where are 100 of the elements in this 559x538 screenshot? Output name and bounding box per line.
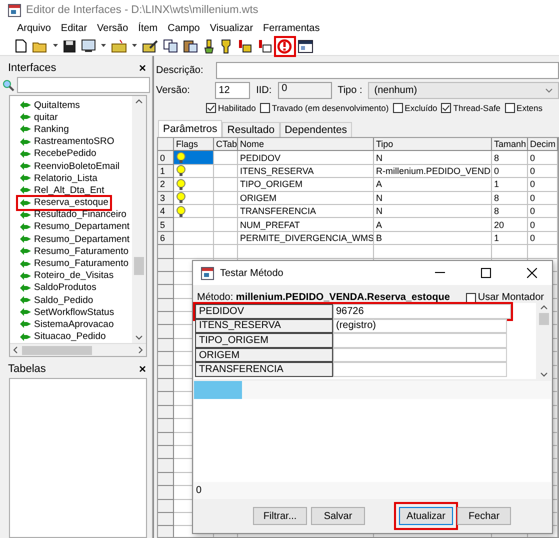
record-count: 0 — [194, 482, 551, 499]
row-number: 1 — [158, 164, 174, 178]
dialog-button[interactable]: Filtrar... — [253, 507, 307, 525]
column-header: Flags — [174, 138, 214, 152]
table-cell: 0 — [528, 151, 558, 165]
column-header: Decim — [528, 138, 558, 152]
tree-item[interactable]: Reserva_estoque — [18, 196, 110, 209]
tree-item[interactable]: Resumo_Departament — [18, 233, 132, 246]
table-cell: 1 — [492, 232, 528, 246]
menu-item[interactable]: Campo — [162, 23, 205, 34]
iid-field[interactable]: 0 — [278, 82, 332, 98]
type-dropdown[interactable]: (nenhum) — [368, 82, 559, 98]
row-number: 5 — [158, 218, 174, 232]
menu-item[interactable]: Arquivo — [12, 23, 56, 34]
panel-title: Tabelas — [8, 363, 46, 375]
menu-item[interactable]: Visualizar — [204, 23, 258, 34]
table-cell: 0 — [528, 232, 558, 246]
tree-item[interactable]: Ranking — [18, 123, 71, 136]
column-header: Tamanh — [492, 138, 528, 152]
dialog-title: Testar Método — [220, 268, 284, 278]
table-cell: ORIGEM — [238, 192, 374, 205]
table-cell: TIPO_ORIGEM — [238, 178, 374, 192]
tree-item[interactable]: RastreamentoSRO — [18, 136, 116, 148]
parameter-name: ORIGEM — [195, 348, 333, 362]
table-cell: N — [374, 192, 492, 205]
field-label: Versão: — [156, 84, 191, 96]
table-cell: TRANSFERENCIA — [238, 204, 374, 218]
menu-item[interactable]: Ítem — [133, 23, 163, 34]
dialog-button[interactable]: Salvar — [311, 507, 365, 525]
row-number: 6 — [158, 232, 174, 246]
close-button[interactable]: × — [138, 362, 146, 376]
table-cell: ITENS_RESERVA — [238, 164, 374, 178]
tree-item[interactable]: Rel_Alt_Dta_Ent — [18, 184, 106, 196]
parameter-name: ITENS_RESERVA — [195, 318, 333, 334]
field-label: Tipo : — [338, 84, 362, 96]
tree-item[interactable]: SaldoProdutos — [18, 282, 98, 294]
field-label: IID: — [256, 84, 272, 96]
table-cell: NUM_PREFAT — [238, 218, 374, 232]
table-cell: 1 — [492, 178, 528, 192]
tree-item[interactable]: Relatorio_Lista — [18, 172, 100, 184]
table-cell: 0 — [492, 164, 528, 178]
row-number: 2 — [158, 178, 174, 192]
tree-item[interactable]: quitar — [18, 111, 60, 124]
tab[interactable]: Parâmetros — [158, 120, 222, 137]
checkbox-label: Extens — [516, 103, 543, 113]
menu-item[interactable]: Ferramentas — [258, 23, 325, 34]
parameter-name: TIPO_ORIGEM — [195, 333, 333, 348]
tree-item[interactable]: RecebePedido — [18, 148, 98, 160]
tab[interactable]: Resultado — [222, 122, 280, 137]
tree-item[interactable]: Roteiro_de_Visitas — [18, 270, 116, 282]
column-header: Nome — [238, 138, 374, 152]
table-cell: 0 — [528, 204, 558, 218]
panel-title: Interfaces — [8, 62, 56, 74]
table-cell: 8 — [492, 204, 528, 218]
tree-item[interactable]: Resultado_Financeiro — [18, 208, 128, 221]
tree-item[interactable]: Saldo_Pedido — [18, 294, 96, 306]
tree-item[interactable]: Resumo_Faturamento — [18, 245, 131, 258]
parameter-value-field[interactable]: (registro) — [333, 318, 507, 334]
table-cell: A — [374, 218, 492, 232]
table-cell: 8 — [492, 151, 528, 165]
tab[interactable]: Dependentes — [280, 122, 352, 137]
dialog-button[interactable]: Fechar — [457, 507, 511, 525]
tree-item[interactable]: Resumo_Departament — [18, 220, 132, 234]
table-cell: 0 — [528, 218, 558, 232]
checkbox-label: Excluído — [404, 103, 438, 113]
row-number: 3 — [158, 192, 174, 205]
tree-item[interactable]: SetWorkflowStatus — [18, 306, 116, 318]
tree-item[interactable]: Situacao_Pedido — [18, 330, 108, 343]
menu-item[interactable]: Versão — [92, 23, 134, 34]
tree-item[interactable]: Resumo_Faturamento — [18, 257, 131, 270]
row-number: 4 — [158, 204, 174, 218]
column-header: CTab — [214, 138, 238, 152]
column-header: Tipo — [374, 138, 492, 152]
row-number: 0 — [158, 151, 174, 165]
table-cell: N — [374, 204, 492, 218]
version-field[interactable]: 12 — [214, 82, 250, 98]
table-cell: R-millenium.PEDIDO_VEND — [374, 164, 492, 178]
checkbox-label: Habilitado — [218, 103, 256, 113]
table-cell: PEDIDOV — [238, 151, 374, 165]
parameter-value-field[interactable]: 96726 — [333, 304, 511, 319]
table-cell: 20 — [492, 218, 528, 232]
checkbox-label: Travado (em desenvolvimento) — [272, 103, 389, 113]
window-title: Editor de Interfaces - D:\LINX\wts\millenium.wts — [26, 4, 258, 16]
table-cell: B — [374, 232, 492, 246]
checkbox-label: Thread-Safe — [453, 103, 501, 113]
parameter-name: TRANSFERENCIA — [195, 362, 333, 377]
tree-item[interactable]: ReenvioBoletoEmail — [18, 160, 122, 172]
table-cell: A — [374, 178, 492, 192]
table-cell: 0 — [528, 164, 558, 178]
menu-item[interactable]: Editar — [56, 23, 92, 34]
tree-item[interactable]: QuitaItems — [18, 99, 82, 112]
table-cell: 0 — [528, 192, 558, 205]
tree-item[interactable]: SistemaAprovacao — [18, 318, 116, 331]
checkbox-label: Usar Montador — [478, 292, 544, 303]
field-label: Descrição: — [156, 64, 204, 76]
table-cell: 8 — [492, 192, 528, 205]
method-name: Método: millenium.PEDIDO_VENDA.Reserva_estoque — [197, 292, 450, 303]
table-cell: 0 — [528, 178, 558, 192]
close-button[interactable]: × — [138, 61, 146, 75]
parameter-name: PEDIDOV — [195, 304, 333, 319]
